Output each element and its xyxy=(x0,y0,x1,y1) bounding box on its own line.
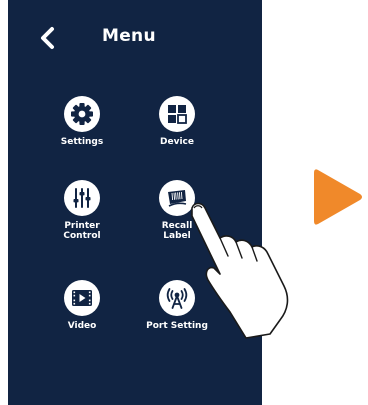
menu-item-printer-control[interactable]: Printer Control xyxy=(37,180,127,241)
menu-item-label: Device xyxy=(160,137,194,147)
gear-icon xyxy=(64,96,100,132)
menu-item-video[interactable]: Video xyxy=(37,280,127,331)
menu-item-label: Printer Control xyxy=(63,221,101,241)
video-play-icon xyxy=(64,280,100,316)
menu-item-label: Video xyxy=(67,321,97,331)
menu-item-settings[interactable]: Settings xyxy=(37,96,127,147)
sliders-icon xyxy=(64,180,100,216)
menu-item-label: Settings xyxy=(60,137,104,147)
chevron-left-icon xyxy=(41,27,54,49)
grid-icon xyxy=(159,96,195,132)
back-button[interactable] xyxy=(38,26,58,50)
menu-item-device[interactable]: Device xyxy=(132,96,222,147)
next-arrow-icon[interactable] xyxy=(312,166,364,228)
pointing-hand-icon xyxy=(191,202,289,339)
page-title: Menu xyxy=(102,26,156,46)
